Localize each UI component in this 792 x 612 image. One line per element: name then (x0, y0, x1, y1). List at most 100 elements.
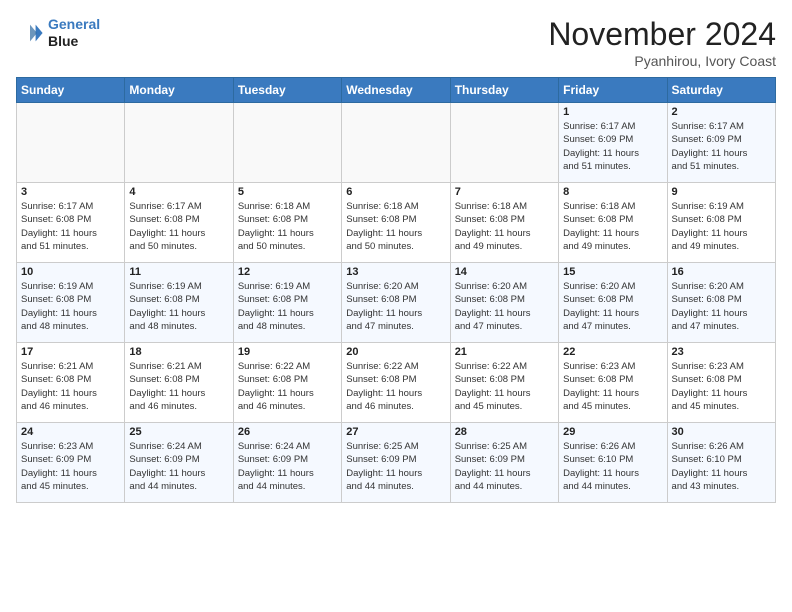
calendar-cell: 27 Sunrise: 6:25 AM Sunset: 6:09 PM Dayli… (342, 423, 450, 503)
calendar-cell: 16 Sunrise: 6:20 AM Sunset: 6:08 PM Dayli… (667, 263, 775, 343)
calendar-cell: 11 Sunrise: 6:19 AM Sunset: 6:08 PM Dayli… (125, 263, 233, 343)
title-block: November 2024 Pyanhirou, Ivory Coast (548, 16, 776, 69)
day-number: 24 (21, 426, 120, 438)
day-info: Sunrise: 6:26 AM Sunset: 6:10 PM Dayligh… (563, 440, 662, 493)
weekday-header-monday: Monday (125, 78, 233, 103)
calendar-cell: 12Sunrise: 6:19 AM Sunset: 6:08 PM Dayli… (233, 263, 341, 343)
calendar-cell: 7 Sunrise: 6:18 AM Sunset: 6:08 PM Daylig… (450, 183, 558, 263)
day-info: Sunrise: 6:26 AM Sunset: 6:10 PM Dayligh… (672, 440, 771, 493)
calendar-cell: 25 Sunrise: 6:24 AM Sunset: 6:09 PM Dayli… (125, 423, 233, 503)
calendar-cell: 2 Sunrise: 6:17 AM Sunset: 6:09 PM Daylig… (667, 103, 775, 183)
day-number: 30 (672, 426, 771, 438)
day-info: Sunrise: 6:22 AM Sunset: 6:08 PM Dayligh… (346, 360, 445, 413)
weekday-header-saturday: Saturday (667, 78, 775, 103)
logo-icon (16, 19, 44, 47)
day-number: 7 (455, 186, 554, 198)
page-header: General Blue November 2024 Pyanhirou, Iv… (16, 16, 776, 69)
day-info: Sunrise: 6:20 AM Sunset: 6:08 PM Dayligh… (672, 280, 771, 333)
day-number: 28 (455, 426, 554, 438)
calendar-cell: 1 Sunrise: 6:17 AM Sunset: 6:09 PM Daylig… (559, 103, 667, 183)
day-number: 8 (563, 186, 662, 198)
day-number: 6 (346, 186, 445, 198)
day-number: 19 (238, 346, 337, 358)
day-info: Sunrise: 6:20 AM Sunset: 6:08 PM Dayligh… (346, 280, 445, 333)
day-number: 1 (563, 106, 662, 118)
day-info: Sunrise: 6:19 AM Sunset: 6:08 PM Dayligh… (129, 280, 228, 333)
logo: General Blue (16, 16, 100, 50)
day-info: Sunrise: 6:23 AM Sunset: 6:08 PM Dayligh… (672, 360, 771, 413)
calendar-cell (233, 103, 341, 183)
day-info: Sunrise: 6:24 AM Sunset: 6:09 PM Dayligh… (129, 440, 228, 493)
day-number: 3 (21, 186, 120, 198)
calendar-cell: 22 Sunrise: 6:23 AM Sunset: 6:08 PM Dayli… (559, 343, 667, 423)
weekday-header-wednesday: Wednesday (342, 78, 450, 103)
calendar-cell: 21 Sunrise: 6:22 AM Sunset: 6:08 PM Dayli… (450, 343, 558, 423)
calendar-cell: 20 Sunrise: 6:22 AM Sunset: 6:08 PM Dayli… (342, 343, 450, 423)
calendar-cell (17, 103, 125, 183)
calendar-cell: 9 Sunrise: 6:19 AM Sunset: 6:08 PM Daylig… (667, 183, 775, 263)
day-info: Sunrise: 6:25 AM Sunset: 6:09 PM Dayligh… (346, 440, 445, 493)
calendar-table: SundayMondayTuesdayWednesdayThursdayFrid… (16, 77, 776, 503)
weekday-header-friday: Friday (559, 78, 667, 103)
weekday-header-tuesday: Tuesday (233, 78, 341, 103)
day-number: 26 (238, 426, 337, 438)
calendar-cell: 6 Sunrise: 6:18 AM Sunset: 6:08 PM Daylig… (342, 183, 450, 263)
day-info: Sunrise: 6:21 AM Sunset: 6:08 PM Dayligh… (21, 360, 120, 413)
day-info: Sunrise: 6:25 AM Sunset: 6:09 PM Dayligh… (455, 440, 554, 493)
calendar-cell (450, 103, 558, 183)
day-info: Sunrise: 6:23 AM Sunset: 6:09 PM Dayligh… (21, 440, 120, 493)
calendar-cell: 17 Sunrise: 6:21 AM Sunset: 6:08 PM Dayli… (17, 343, 125, 423)
day-number: 27 (346, 426, 445, 438)
day-number: 9 (672, 186, 771, 198)
day-number: 18 (129, 346, 228, 358)
calendar-cell: 4Sunrise: 6:17 AM Sunset: 6:08 PM Daylig… (125, 183, 233, 263)
day-info: Sunrise: 6:24 AM Sunset: 6:09 PM Dayligh… (238, 440, 337, 493)
calendar-cell: 14 Sunrise: 6:20 AM Sunset: 6:08 PM Dayli… (450, 263, 558, 343)
calendar-cell: 30 Sunrise: 6:26 AM Sunset: 6:10 PM Dayli… (667, 423, 775, 503)
calendar-cell: 5Sunrise: 6:18 AM Sunset: 6:08 PM Daylig… (233, 183, 341, 263)
day-number: 17 (21, 346, 120, 358)
day-info: Sunrise: 6:17 AM Sunset: 6:09 PM Dayligh… (672, 120, 771, 173)
day-info: Sunrise: 6:21 AM Sunset: 6:08 PM Dayligh… (129, 360, 228, 413)
calendar-cell: 29Sunrise: 6:26 AM Sunset: 6:10 PM Dayli… (559, 423, 667, 503)
day-number: 10 (21, 266, 120, 278)
day-info: Sunrise: 6:22 AM Sunset: 6:08 PM Dayligh… (238, 360, 337, 413)
weekday-header-thursday: Thursday (450, 78, 558, 103)
day-info: Sunrise: 6:19 AM Sunset: 6:08 PM Dayligh… (672, 200, 771, 253)
weekday-header-row: SundayMondayTuesdayWednesdayThursdayFrid… (17, 78, 776, 103)
day-number: 15 (563, 266, 662, 278)
day-info: Sunrise: 6:23 AM Sunset: 6:08 PM Dayligh… (563, 360, 662, 413)
day-number: 2 (672, 106, 771, 118)
calendar-cell: 15Sunrise: 6:20 AM Sunset: 6:08 PM Dayli… (559, 263, 667, 343)
day-info: Sunrise: 6:18 AM Sunset: 6:08 PM Dayligh… (455, 200, 554, 253)
week-row-2: 10 Sunrise: 6:19 AM Sunset: 6:08 PM Dayli… (17, 263, 776, 343)
month-title: November 2024 (548, 16, 776, 53)
day-info: Sunrise: 6:22 AM Sunset: 6:08 PM Dayligh… (455, 360, 554, 413)
day-number: 23 (672, 346, 771, 358)
day-number: 16 (672, 266, 771, 278)
day-info: Sunrise: 6:20 AM Sunset: 6:08 PM Dayligh… (455, 280, 554, 333)
day-number: 13 (346, 266, 445, 278)
location: Pyanhirou, Ivory Coast (548, 53, 776, 69)
day-number: 21 (455, 346, 554, 358)
logo-text: General Blue (48, 16, 100, 50)
calendar-cell: 18 Sunrise: 6:21 AM Sunset: 6:08 PM Dayli… (125, 343, 233, 423)
day-info: Sunrise: 6:18 AM Sunset: 6:08 PM Dayligh… (346, 200, 445, 253)
week-row-0: 1 Sunrise: 6:17 AM Sunset: 6:09 PM Daylig… (17, 103, 776, 183)
calendar-cell: 26 Sunrise: 6:24 AM Sunset: 6:09 PM Dayli… (233, 423, 341, 503)
day-number: 20 (346, 346, 445, 358)
day-number: 14 (455, 266, 554, 278)
calendar-cell: 3 Sunrise: 6:17 AM Sunset: 6:08 PM Daylig… (17, 183, 125, 263)
calendar-cell: 10 Sunrise: 6:19 AM Sunset: 6:08 PM Dayli… (17, 263, 125, 343)
day-info: Sunrise: 6:19 AM Sunset: 6:08 PM Dayligh… (21, 280, 120, 333)
day-number: 25 (129, 426, 228, 438)
day-info: Sunrise: 6:17 AM Sunset: 6:08 PM Dayligh… (21, 200, 120, 253)
day-info: Sunrise: 6:17 AM Sunset: 6:09 PM Dayligh… (563, 120, 662, 173)
day-number: 12 (238, 266, 337, 278)
day-number: 22 (563, 346, 662, 358)
day-number: 11 (129, 266, 228, 278)
day-info: Sunrise: 6:18 AM Sunset: 6:08 PM Dayligh… (563, 200, 662, 253)
calendar-cell (125, 103, 233, 183)
week-row-3: 17 Sunrise: 6:21 AM Sunset: 6:08 PM Dayli… (17, 343, 776, 423)
week-row-4: 24 Sunrise: 6:23 AM Sunset: 6:09 PM Dayli… (17, 423, 776, 503)
